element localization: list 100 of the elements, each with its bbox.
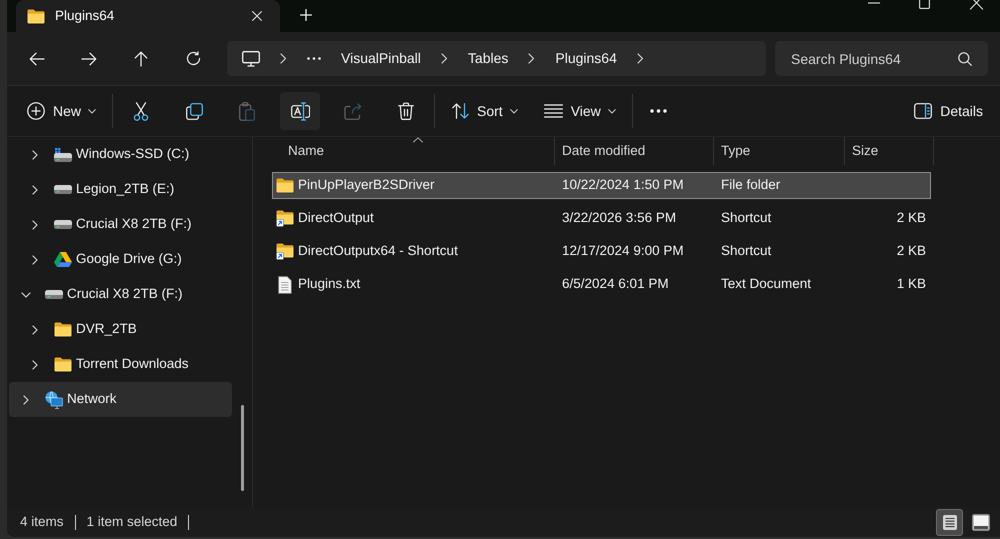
caret-down-icon <box>608 108 616 114</box>
new-tab-button[interactable] <box>299 8 313 22</box>
file-name: Plugins.txt <box>298 275 360 294</box>
nav-item[interactable]: Crucial X8 2TB (F:) <box>9 277 232 312</box>
chevron-right-icon[interactable] <box>32 360 38 370</box>
search-icon <box>958 52 972 66</box>
file-type: Shortcut <box>721 242 772 260</box>
column-header[interactable]: Size <box>845 137 934 165</box>
search-field[interactable]: Search Plugins64 <box>775 41 988 76</box>
file-row[interactable]: PinUpPlayerB2SDriver 10/22/2024 1:50 PM File folder <box>272 172 931 199</box>
drive-icon <box>54 185 72 194</box>
scrollbar-thumb[interactable] <box>241 405 244 491</box>
file-type: File folder <box>721 176 780 194</box>
column-header[interactable]: Name <box>272 137 555 165</box>
tab[interactable]: Plugins64 <box>16 0 280 32</box>
caret-down-icon <box>510 108 518 114</box>
file-type: Shortcut <box>721 209 772 228</box>
scissors-icon <box>133 102 150 120</box>
date-modified: 10/22/2024 1:50 PM <box>562 176 684 194</box>
selection-count: 1 item selected <box>86 512 178 531</box>
chevron-right-icon[interactable] <box>32 150 38 160</box>
chevron-right-icon[interactable] <box>23 394 29 404</box>
rename-icon <box>290 102 310 120</box>
folder-icon <box>27 8 45 24</box>
text-file-icon <box>278 276 292 294</box>
file-row[interactable]: DirectOutputx64 - Shortcut 12/17/2024 9:00 PM Shortcut 2 KB <box>272 238 931 265</box>
file-size: 1 KB <box>896 275 926 294</box>
refresh-icon <box>186 51 200 66</box>
nav-item[interactable]: Network <box>9 382 232 417</box>
rename-button[interactable] <box>280 92 320 130</box>
chevron-right-icon[interactable] <box>32 184 38 194</box>
nav-item[interactable]: Crucial X8 2TB (F:) <box>9 207 232 242</box>
nav-item[interactable]: Legion_2TB (E:) <box>9 172 232 207</box>
chevron-right-icon[interactable] <box>280 53 287 64</box>
minimize-button[interactable] <box>868 2 880 4</box>
nav-item[interactable]: Torrent Downloads <box>9 347 232 382</box>
sort-button[interactable]: Sort <box>443 92 526 130</box>
details-view-button[interactable] <box>936 508 963 536</box>
chevron-down-icon[interactable] <box>21 292 31 298</box>
file-row[interactable]: Plugins.txt 6/5/2024 6:01 PM Text Document 1 KB <box>272 271 931 298</box>
share-icon <box>344 102 362 120</box>
more-icon <box>650 109 668 113</box>
tile-view-icon <box>972 514 990 530</box>
date-modified: 3/22/2026 3:56 PM <box>562 209 676 228</box>
ellipsis-icon[interactable] <box>307 57 321 60</box>
close-tab-button[interactable] <box>251 10 263 22</box>
close-icon <box>970 0 983 10</box>
close-window-button[interactable] <box>970 0 983 10</box>
shortcut-folder-icon <box>276 210 294 227</box>
nav-item[interactable]: Google Drive (G:) <box>9 242 232 277</box>
breadcrumb[interactable]: Plugins64 <box>555 48 617 69</box>
back-arrow-icon <box>29 52 45 66</box>
drive-icon <box>45 290 63 299</box>
sort-arrows-icon <box>452 103 470 119</box>
plus-icon <box>300 9 312 21</box>
file-name: DirectOutput <box>298 209 374 228</box>
drive-icon <box>54 220 72 229</box>
details-button[interactable]: Details <box>905 92 992 130</box>
breadcrumb[interactable]: VisualPinball <box>341 48 421 69</box>
copy-icon <box>186 102 203 120</box>
chevron-right-icon[interactable] <box>636 53 644 64</box>
file-size: 2 KB <box>896 242 926 260</box>
triangle-icon <box>54 252 72 267</box>
nav-item[interactable]: DVR_2TB <box>9 312 232 347</box>
breadcrumb[interactable]: Tables <box>468 48 508 69</box>
address-bar[interactable]: VisualPinball Tables Plugins64 <box>227 41 766 76</box>
chevron-right-icon[interactable] <box>528 53 536 64</box>
chevron-right-icon[interactable] <box>440 53 448 64</box>
monitor-icon[interactable] <box>242 50 260 66</box>
trash-icon <box>398 102 414 120</box>
sort-caret-icon <box>413 137 423 143</box>
date-modified: 12/17/2024 9:00 PM <box>562 242 684 260</box>
plus-circle-icon <box>27 102 45 120</box>
list-icon <box>544 104 563 118</box>
close-icon <box>252 11 262 21</box>
date-modified: 6/5/2024 6:01 PM <box>562 275 669 294</box>
column-header[interactable]: Type <box>714 137 845 165</box>
file-row[interactable]: DirectOutput 3/22/2026 3:56 PM Shortcut 2 KB <box>272 205 931 232</box>
nav-item[interactable]: Windows-SSD (C:) <box>9 137 232 172</box>
file-type: Text Document <box>721 275 812 294</box>
maximize-button[interactable] <box>919 0 930 9</box>
shortcut-folder-icon <box>276 243 294 260</box>
column-header[interactable]: Date modified <box>555 137 714 165</box>
view-button[interactable]: View <box>534 92 624 130</box>
clipboard-icon <box>239 102 256 120</box>
system-drive-icon <box>54 148 72 162</box>
new-button[interactable]: New <box>18 92 104 130</box>
maximize-icon <box>919 0 930 9</box>
folder-icon <box>54 322 72 337</box>
list-view-icon <box>942 514 956 530</box>
chevron-right-icon[interactable] <box>32 324 38 334</box>
up-arrow-icon <box>134 50 148 66</box>
forward-arrow-icon <box>81 52 97 66</box>
minimize-icon <box>868 2 880 4</box>
chevron-right-icon[interactable] <box>32 220 38 230</box>
file-name: PinUpPlayerB2SDriver <box>298 176 435 194</box>
caret-down-icon <box>88 108 96 114</box>
chevron-right-icon[interactable] <box>32 254 38 264</box>
panel-icon <box>914 103 932 119</box>
folder-icon <box>276 178 294 193</box>
